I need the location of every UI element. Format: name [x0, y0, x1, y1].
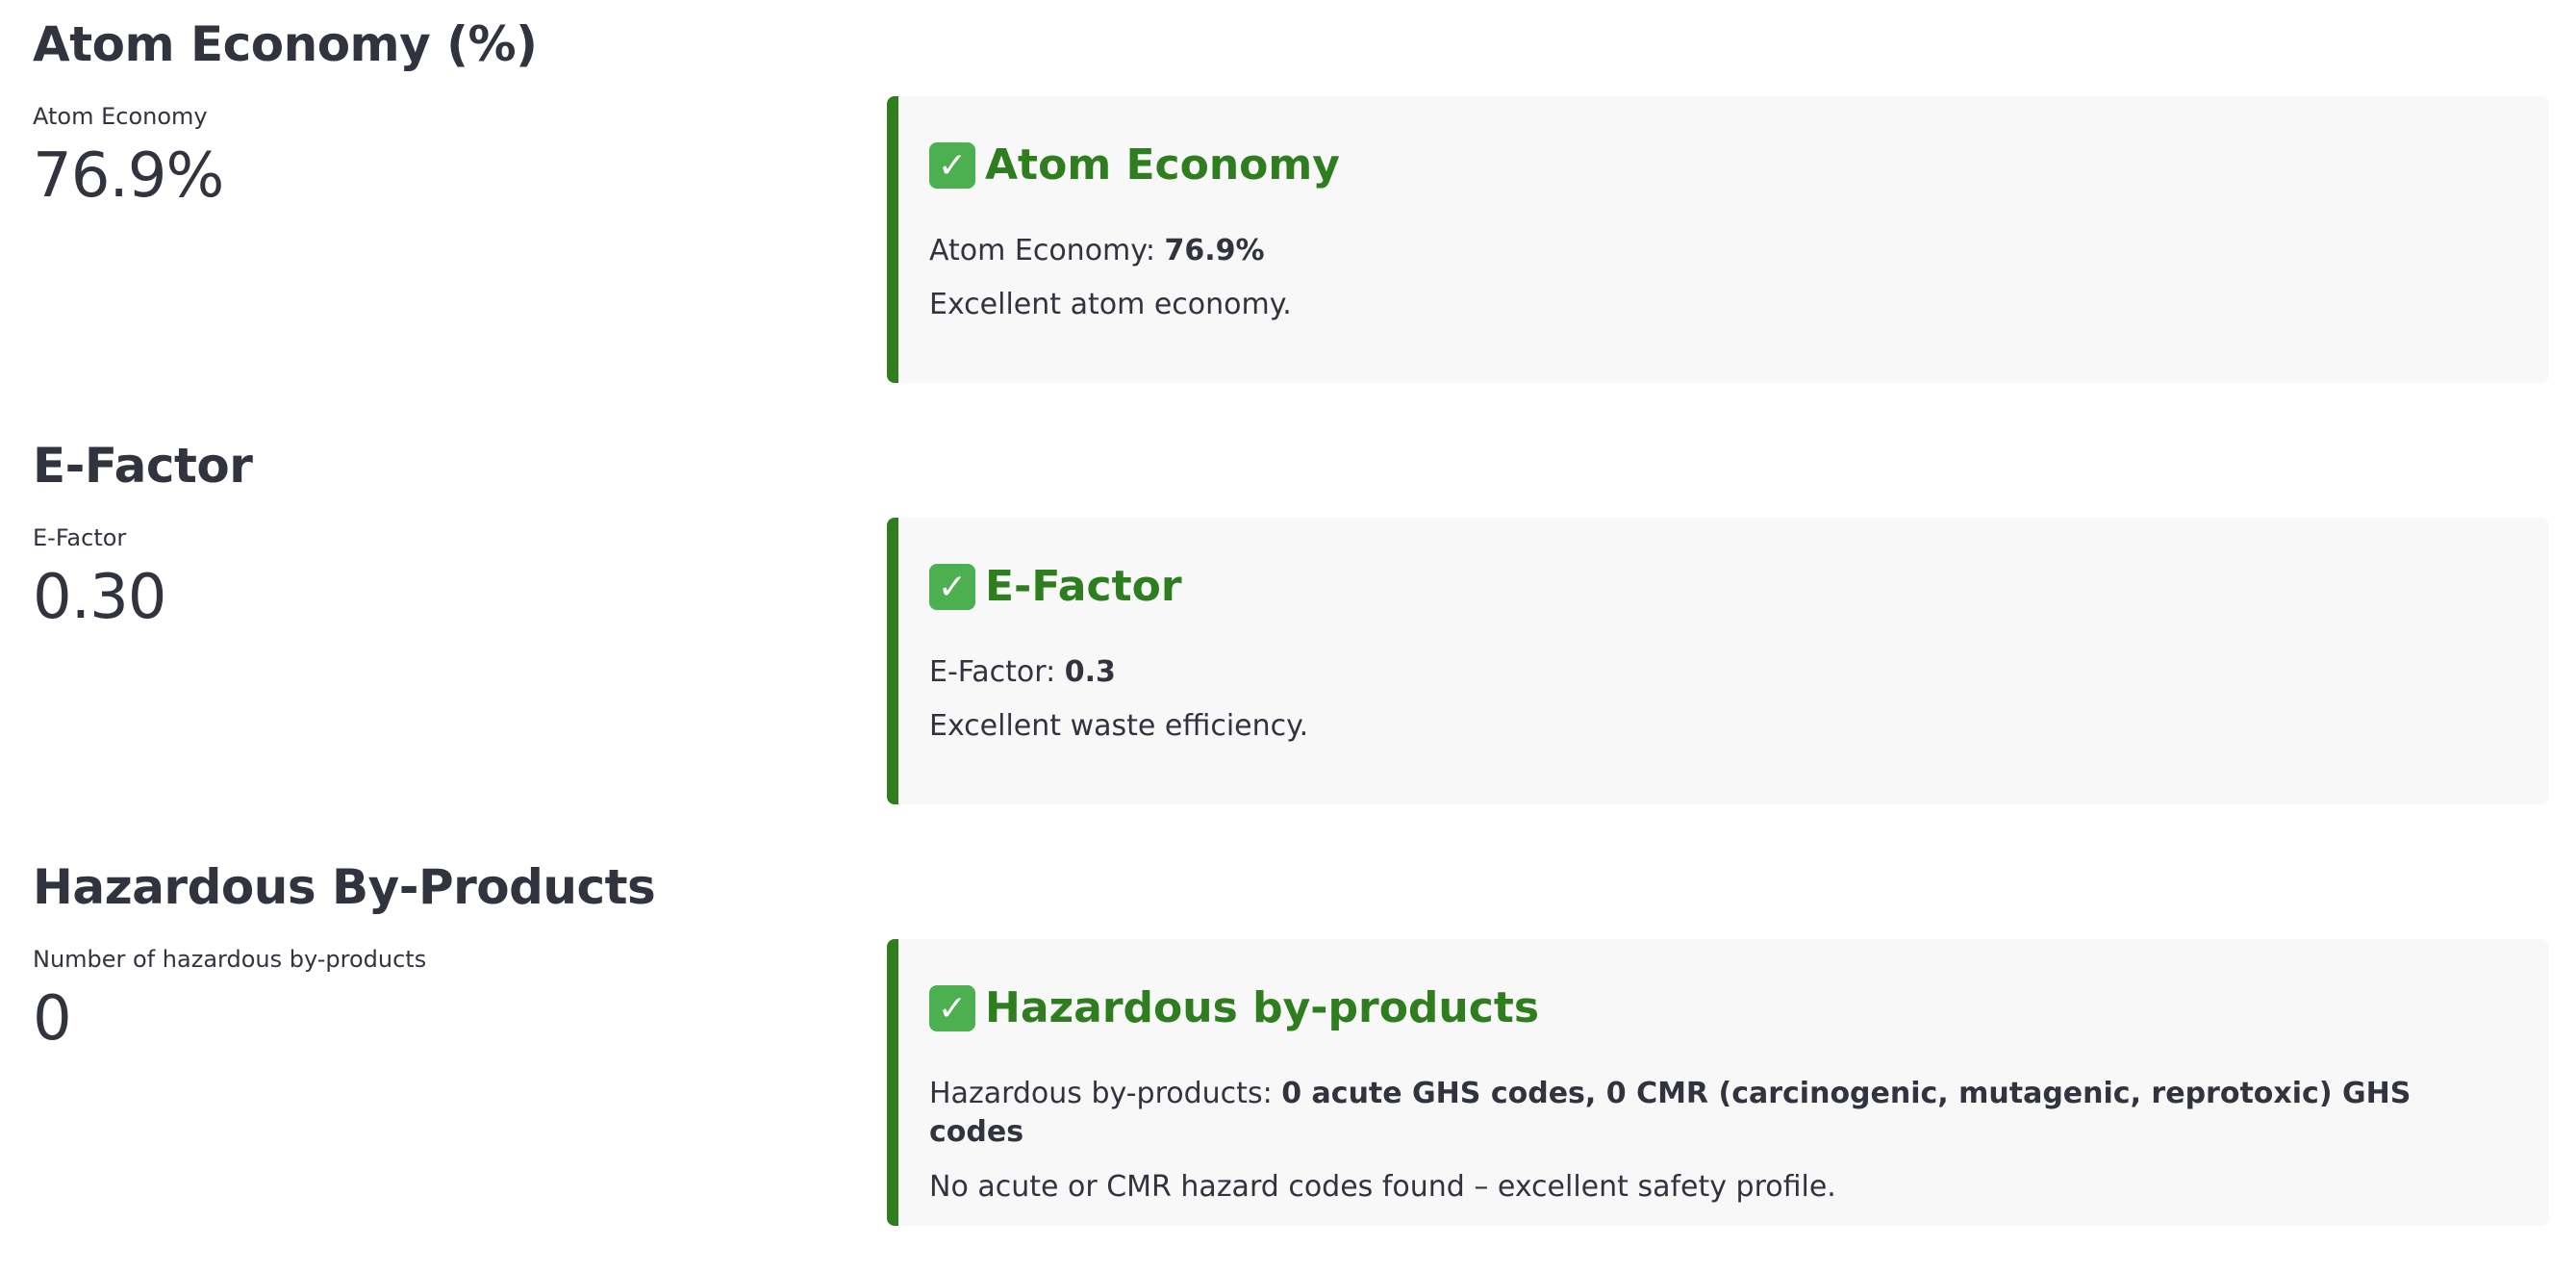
card-title: ✓ E-Factor: [929, 562, 2514, 613]
card-detail: Atom Economy: 76.9%: [929, 232, 2514, 271]
card-detail-prefix: Hazardous by-products:: [929, 1076, 1282, 1110]
hazardous-byproducts-heading: Hazardous By-Products: [33, 859, 656, 915]
e-factor-result-card: ✓ E-Factor E-Factor: 0.3 Excellent waste…: [887, 518, 2549, 804]
card-detail: Hazardous by-products: 0 acute GHS codes…: [929, 1075, 2514, 1153]
metric-value: 0: [33, 983, 72, 1056]
hazardous-byproducts-result-card: ✓ Hazardous by-products Hazardous by-pro…: [887, 939, 2549, 1226]
card-title: ✓ Atom Economy: [929, 140, 2514, 191]
card-title-text: Hazardous by-products: [985, 983, 1540, 1032]
card-title-text: E-Factor: [985, 562, 1182, 611]
card-detail-value: 0.3: [1064, 654, 1116, 689]
metric-label: E-Factor: [33, 524, 127, 551]
card-detail-prefix: E-Factor:: [929, 654, 1065, 689]
card-summary: Excellent waste efficiency.: [929, 709, 1309, 744]
card-detail-prefix: Atom Economy:: [929, 233, 1165, 267]
card-detail: E-Factor: 0.3: [929, 653, 2514, 693]
metric-label: Atom Economy: [33, 103, 208, 130]
check-icon: ✓: [929, 985, 975, 1032]
atom-economy-result-card: ✓ Atom Economy Atom Economy: 76.9% Excel…: [887, 96, 2549, 383]
card-title: ✓ Hazardous by-products: [929, 983, 2514, 1034]
card-summary: Excellent atom economy.: [929, 288, 1292, 322]
e-factor-metric: E-Factor 0.30: [33, 523, 850, 636]
hazardous-byproducts-section: Hazardous By-Products Number of hazardou…: [33, 858, 2549, 1262]
card-detail-value: 76.9%: [1164, 233, 1265, 267]
atom-economy-heading: Atom Economy (%): [33, 16, 538, 72]
atom-economy-section: Atom Economy (%) Atom Economy 76.9% ✓ At…: [33, 15, 2549, 420]
check-icon: ✓: [929, 564, 975, 611]
check-icon: ✓: [929, 142, 975, 190]
metric-value: 76.9%: [33, 140, 224, 213]
atom-economy-metric: Atom Economy 76.9%: [33, 102, 850, 215]
card-summary: No acute or CMR hazard codes found – exc…: [929, 1169, 1836, 1204]
e-factor-heading: E-Factor: [33, 438, 253, 494]
metric-label: Number of hazardous by-products: [33, 946, 427, 973]
card-title-text: Atom Economy: [985, 140, 1340, 190]
hazardous-byproducts-metric: Number of hazardous by-products 0: [33, 945, 850, 1057]
e-factor-section: E-Factor E-Factor 0.30 ✓ E-Factor E-Fact…: [33, 437, 2549, 841]
metric-value: 0.30: [33, 562, 167, 634]
